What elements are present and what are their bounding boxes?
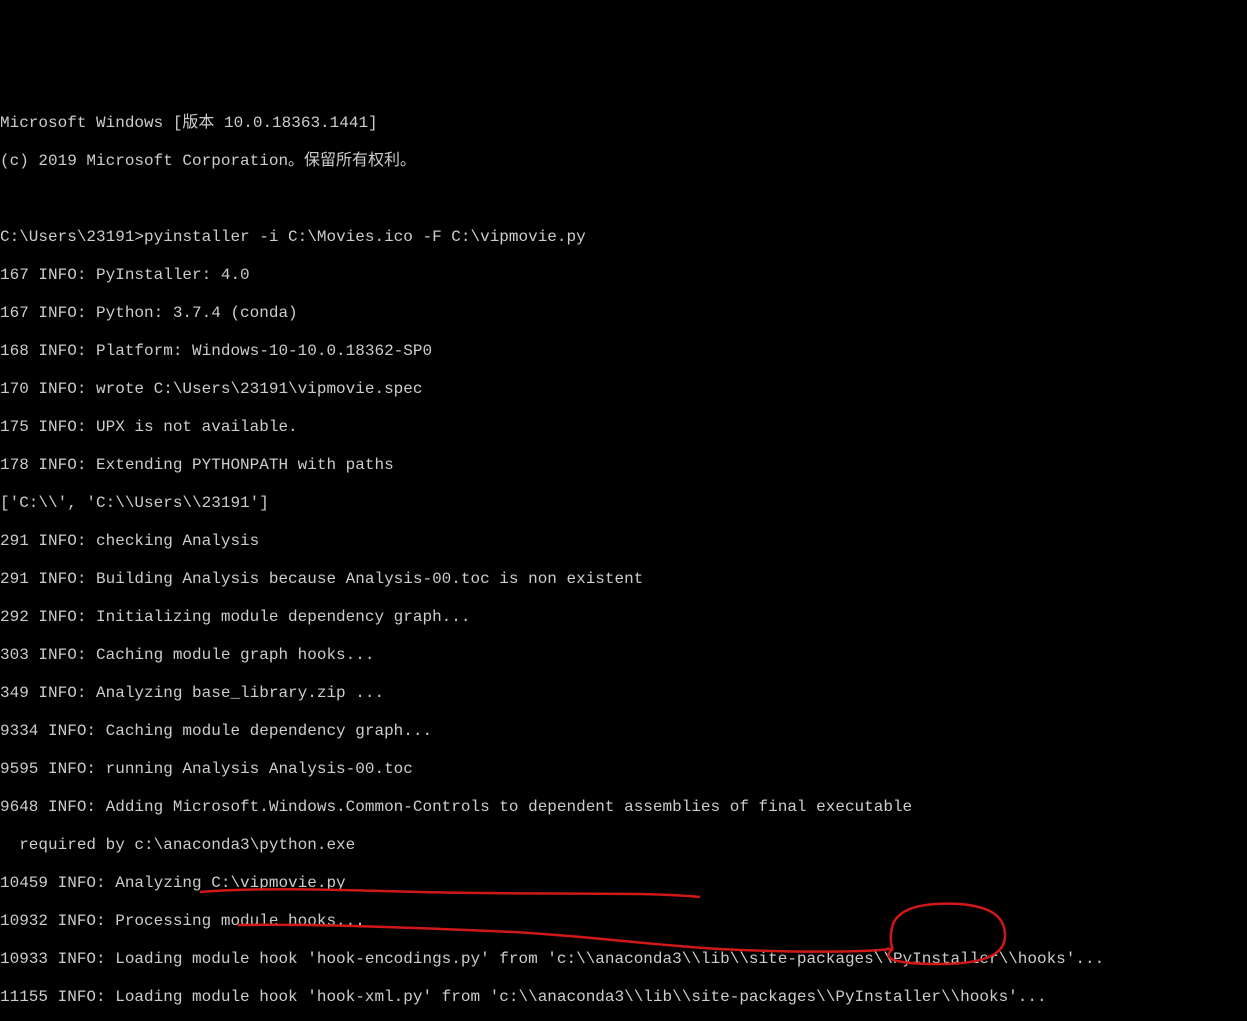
output-line: 168 INFO: Platform: Windows-10-10.0.1836… xyxy=(0,342,1247,361)
output-line: 303 INFO: Caching module graph hooks... xyxy=(0,646,1247,665)
output-line: 292 INFO: Initializing module dependency… xyxy=(0,608,1247,627)
output-line: 9648 INFO: Adding Microsoft.Windows.Comm… xyxy=(0,798,1247,817)
output-line: 10459 INFO: Analyzing C:\vipmovie.py xyxy=(0,874,1247,893)
blank-line xyxy=(0,190,1247,209)
output-line: 291 INFO: checking Analysis xyxy=(0,532,1247,551)
output-line: 291 INFO: Building Analysis because Anal… xyxy=(0,570,1247,589)
output-line: 10932 INFO: Processing module hooks... xyxy=(0,912,1247,931)
output-line: 175 INFO: UPX is not available. xyxy=(0,418,1247,437)
terminal-output[interactable]: Microsoft Windows [版本 10.0.18363.1441] (… xyxy=(0,95,1247,1021)
header-line-2: (c) 2019 Microsoft Corporation。保留所有权利。 xyxy=(0,152,1247,171)
prompt-command: pyinstaller -i C:\Movies.ico -F C:\vipmo… xyxy=(144,228,586,246)
prompt-line: C:\Users\23191>pyinstaller -i C:\Movies.… xyxy=(0,228,1247,247)
output-line: 9334 INFO: Caching module dependency gra… xyxy=(0,722,1247,741)
output-line: 170 INFO: wrote C:\Users\23191\vipmovie.… xyxy=(0,380,1247,399)
output-line: 167 INFO: Python: 3.7.4 (conda) xyxy=(0,304,1247,323)
output-line: 10933 INFO: Loading module hook 'hook-en… xyxy=(0,950,1247,969)
output-line: ['C:\\', 'C:\\Users\\23191'] xyxy=(0,494,1247,513)
output-line: 11155 INFO: Loading module hook 'hook-xm… xyxy=(0,988,1247,1007)
output-line: required by c:\anaconda3\python.exe xyxy=(0,836,1247,855)
header-line-1: Microsoft Windows [版本 10.0.18363.1441] xyxy=(0,114,1247,133)
output-line: 167 INFO: PyInstaller: 4.0 xyxy=(0,266,1247,285)
output-line: 349 INFO: Analyzing base_library.zip ... xyxy=(0,684,1247,703)
output-line: 178 INFO: Extending PYTHONPATH with path… xyxy=(0,456,1247,475)
prompt-path: C:\Users\23191> xyxy=(0,228,144,246)
output-line: 9595 INFO: running Analysis Analysis-00.… xyxy=(0,760,1247,779)
